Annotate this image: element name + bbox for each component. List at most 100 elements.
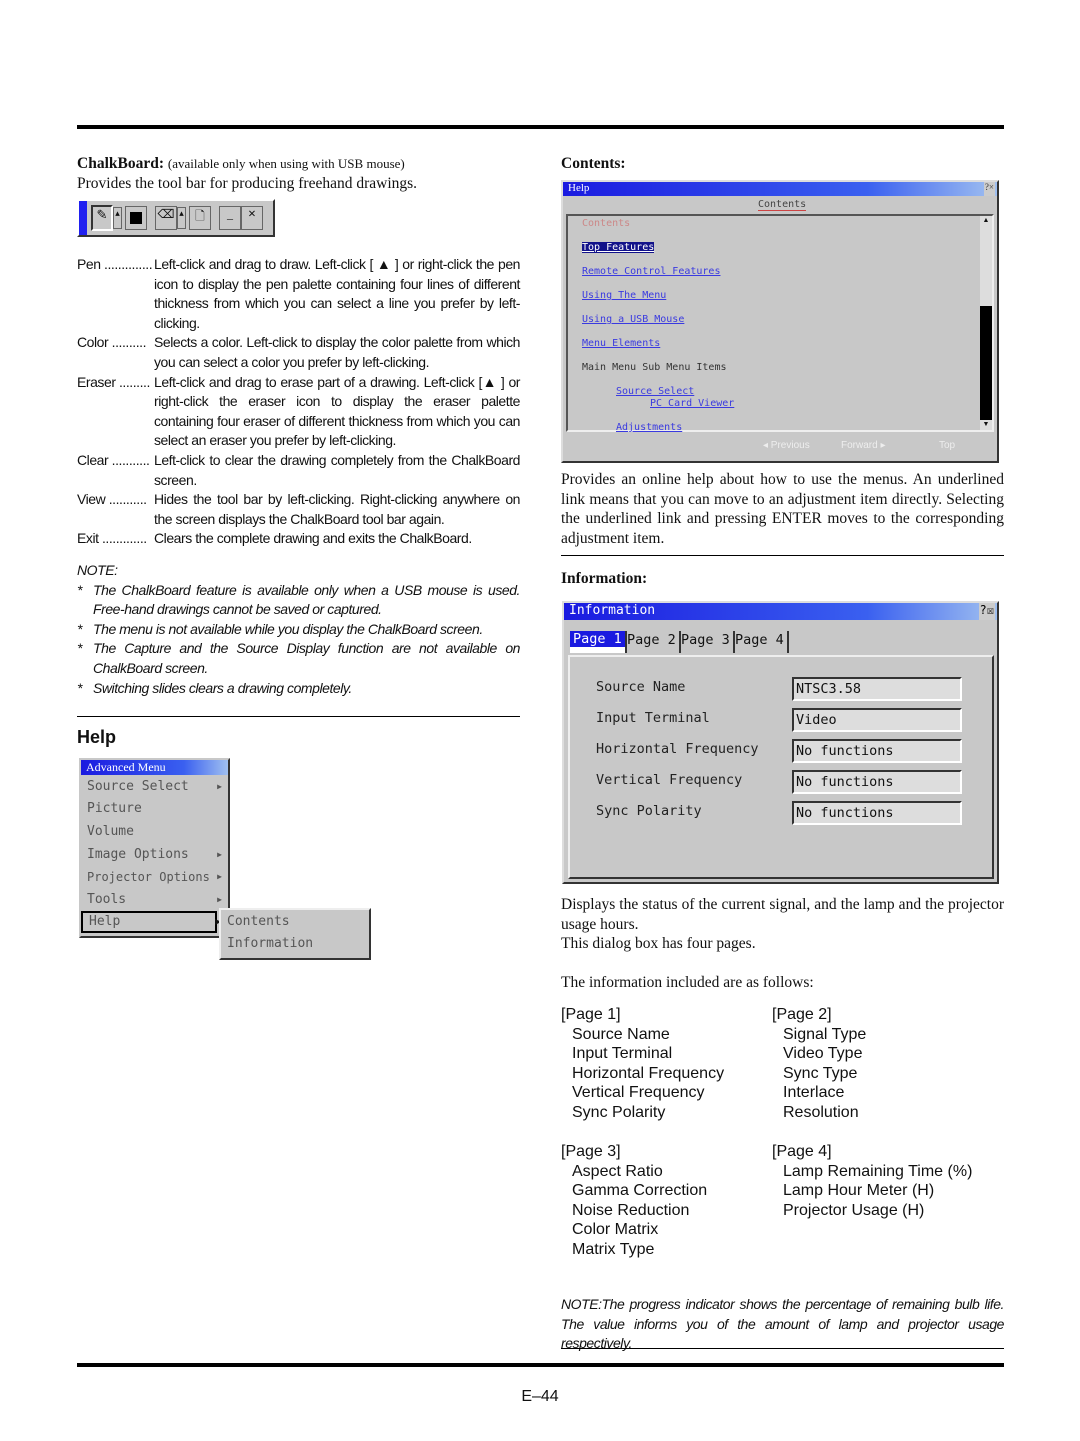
info-value: NTSC3.58 bbox=[792, 677, 962, 701]
def-term: Eraser ......... bbox=[77, 373, 150, 390]
help-close-icon[interactable]: ?☒ bbox=[978, 603, 995, 620]
eraser-icon[interactable]: ⌫ bbox=[155, 206, 177, 230]
forward-button[interactable]: Forward ▸ bbox=[841, 440, 885, 451]
information-window: Information ?☒ Page 1 Page 2 Page 3 Page … bbox=[562, 601, 999, 884]
def-text: Clears the complete drawing and exits th… bbox=[154, 530, 472, 547]
help-close-icon[interactable]: ?× bbox=[983, 182, 995, 196]
link-top-features[interactable]: Top Features bbox=[582, 242, 655, 253]
link-pc-card-viewer[interactable]: PC Card Viewer bbox=[650, 398, 734, 409]
list-item: Sync Polarity bbox=[572, 1103, 666, 1121]
menu-item-source-select[interactable]: Source Select ▶ bbox=[81, 775, 228, 798]
desc-line: Displays the status of the current signa… bbox=[561, 896, 1004, 933]
divider bbox=[561, 1348, 1004, 1349]
list-item: Sync Type bbox=[783, 1064, 858, 1082]
link-remote-control-features[interactable]: Remote Control Features bbox=[582, 266, 720, 277]
information-heading: Information: bbox=[561, 570, 648, 587]
list-item: Source Name bbox=[572, 1025, 670, 1043]
list-item: Interlace bbox=[783, 1084, 845, 1102]
page-heading: Contents bbox=[582, 218, 631, 229]
menu-item-help[interactable]: Help bbox=[81, 910, 217, 934]
top-button[interactable]: Top bbox=[939, 440, 955, 451]
menu-item-projector-options[interactable]: Projector Options ▶ bbox=[81, 865, 228, 888]
arrow-right-icon: ▶ bbox=[217, 894, 222, 904]
minimize-icon[interactable]: _ bbox=[219, 206, 241, 230]
scroll-up-icon[interactable]: ▲ bbox=[980, 216, 992, 226]
info-value: No functions bbox=[792, 770, 962, 794]
scroll-down-icon[interactable]: ▼ bbox=[980, 420, 992, 430]
link-source-select[interactable]: Source Select bbox=[616, 386, 694, 397]
info-label: Vertical Frequency bbox=[596, 772, 743, 788]
tab-page-3[interactable]: Page 3 bbox=[678, 631, 735, 653]
clear-icon[interactable]: 🗋 bbox=[189, 206, 211, 230]
note-item: Switching slides clears a drawing comple… bbox=[93, 679, 352, 696]
contents-pane: Contents Top Features Remote Control Fea… bbox=[566, 214, 994, 433]
link-menu-elements[interactable]: Menu Elements bbox=[582, 338, 660, 349]
tab-contents[interactable]: Contents bbox=[758, 199, 807, 211]
page-title: [Page 4] bbox=[772, 1143, 832, 1160]
chalkboard-heading: ChalkBoard: bbox=[77, 155, 164, 172]
menu-label: Projector Options bbox=[87, 869, 210, 884]
window-title: Information bbox=[569, 603, 656, 618]
def-term: Exit ............. bbox=[77, 530, 147, 547]
menu-item-image-options[interactable]: Image Options ▶ bbox=[81, 843, 228, 866]
def-text: Hides the tool bar by left-clicking. Rig… bbox=[154, 491, 520, 527]
page-2-list: [Page 2] Signal Type Video Type Sync Typ… bbox=[772, 1005, 1002, 1123]
link-adjustments[interactable]: Adjustments bbox=[616, 422, 682, 433]
arrow-right-icon: ▶ bbox=[217, 781, 222, 791]
pen-icon[interactable]: ✎ bbox=[91, 205, 113, 231]
info-value: No functions bbox=[792, 801, 962, 825]
info-value: No functions bbox=[792, 739, 962, 763]
main-menu-label: Main Menu Sub Menu Items bbox=[582, 362, 727, 373]
def-term: Pen .............. bbox=[77, 256, 153, 272]
page-title: [Page 2] bbox=[772, 1006, 832, 1023]
list-item: Video Type bbox=[783, 1045, 863, 1063]
color-icon[interactable] bbox=[125, 206, 147, 230]
submenu-information[interactable]: Information bbox=[221, 933, 369, 956]
divider bbox=[77, 716, 520, 717]
list-item: Lamp Hour Meter (H) bbox=[783, 1182, 935, 1200]
def-term: Clear ........... bbox=[77, 451, 150, 468]
menu-item-picture[interactable]: Picture bbox=[81, 798, 228, 821]
tab-page-2[interactable]: Page 2 bbox=[624, 631, 681, 653]
info-label: Horizontal Frequency bbox=[596, 741, 759, 757]
advanced-menu: Advanced Menu Source Select ▶ Picture Vol… bbox=[79, 758, 230, 938]
page-title: [Page 1] bbox=[561, 1006, 621, 1023]
page-3-list: [Page 3] Aspect Ratio Gamma Correction N… bbox=[561, 1142, 761, 1260]
eraser-dropdown[interactable]: ▴ bbox=[177, 207, 186, 229]
list-item: Aspect Ratio bbox=[572, 1162, 663, 1180]
def-text: Selects a color. Left-click to display t… bbox=[154, 334, 520, 370]
link-using-the-menu[interactable]: Using The Menu bbox=[582, 290, 666, 301]
list-item: Lamp Remaining Time (%) bbox=[783, 1162, 973, 1180]
link-using-usb-mouse[interactable]: Using a USB Mouse bbox=[582, 314, 684, 325]
page-4-list: [Page 4] Lamp Remaining Time (%) Lamp Ho… bbox=[772, 1142, 1004, 1220]
info-label: Source Name bbox=[596, 679, 686, 695]
list-item: Color Matrix bbox=[572, 1221, 659, 1239]
note-item: The Capture and the Source Display funct… bbox=[93, 640, 520, 676]
list-item: Input Terminal bbox=[572, 1045, 673, 1063]
menu-item-volume[interactable]: Volume bbox=[81, 820, 228, 843]
scroll-track[interactable] bbox=[980, 306, 992, 420]
chalkboard-intro: Provides the tool bar for producing free… bbox=[77, 174, 418, 192]
menu-label: Tools bbox=[87, 891, 127, 907]
arrow-right-icon: ▶ bbox=[217, 872, 222, 882]
submenu-contents[interactable]: Contents bbox=[221, 910, 369, 933]
page-number: E–44 bbox=[521, 1388, 559, 1405]
page-title: [Page 3] bbox=[561, 1143, 621, 1160]
def-text: Left-click to clear the drawing complete… bbox=[154, 451, 520, 488]
tab-page-4[interactable]: Page 4 bbox=[732, 631, 789, 653]
help-heading: Help bbox=[77, 727, 117, 747]
previous-button[interactable]: ◂ Previous bbox=[763, 440, 810, 451]
information-pane: Source Name NTSC3.58 Input Terminal Vide… bbox=[568, 655, 994, 879]
close-icon[interactable]: × bbox=[241, 206, 263, 230]
window-title: Help bbox=[568, 182, 590, 194]
info-label: Sync Polarity bbox=[596, 803, 702, 819]
menu-item-tools[interactable]: Tools ▶ bbox=[81, 888, 228, 911]
pen-dropdown[interactable]: ▴ bbox=[113, 207, 122, 229]
heading-note: (available only when using with USB mous… bbox=[167, 156, 405, 171]
desc-line: This dialog box has four pages. bbox=[561, 935, 756, 953]
scrollbar[interactable]: ▲ ▼ bbox=[980, 216, 992, 430]
tab-page-1[interactable]: Page 1 bbox=[570, 631, 625, 647]
list-item: Gamma Correction bbox=[572, 1182, 708, 1200]
def-text: Left-click and drag to erase part of a d… bbox=[154, 373, 520, 449]
menu-label: Source Select bbox=[87, 778, 189, 794]
